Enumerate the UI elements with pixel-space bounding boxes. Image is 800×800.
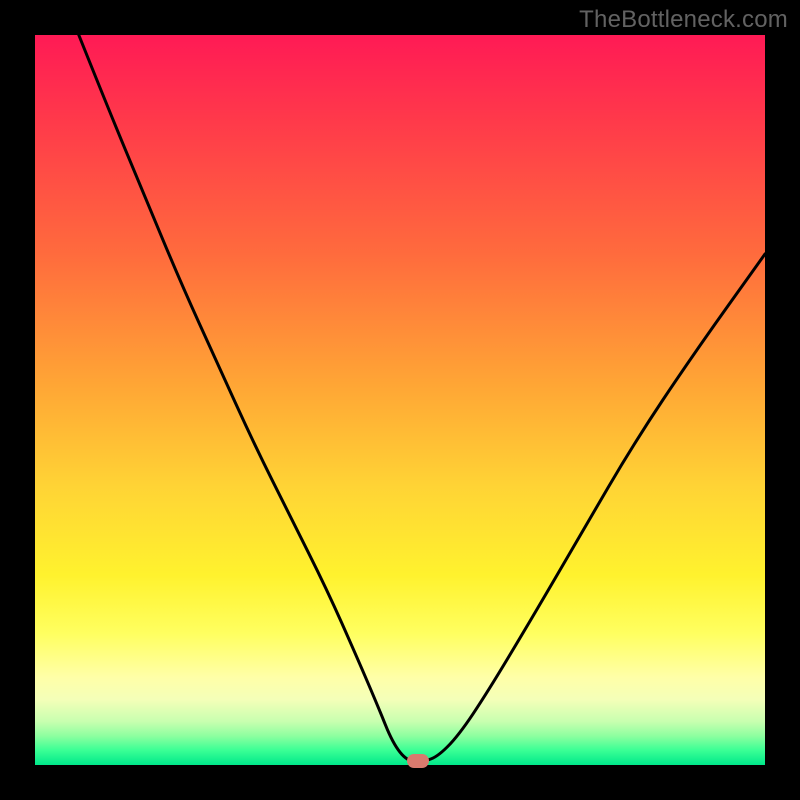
watermark-text: TheBottleneck.com <box>579 6 788 34</box>
bottleneck-curve <box>35 35 765 765</box>
chart-frame: TheBottleneck.com <box>0 0 800 800</box>
optimal-point-marker <box>407 754 429 768</box>
plot-area <box>35 35 765 765</box>
